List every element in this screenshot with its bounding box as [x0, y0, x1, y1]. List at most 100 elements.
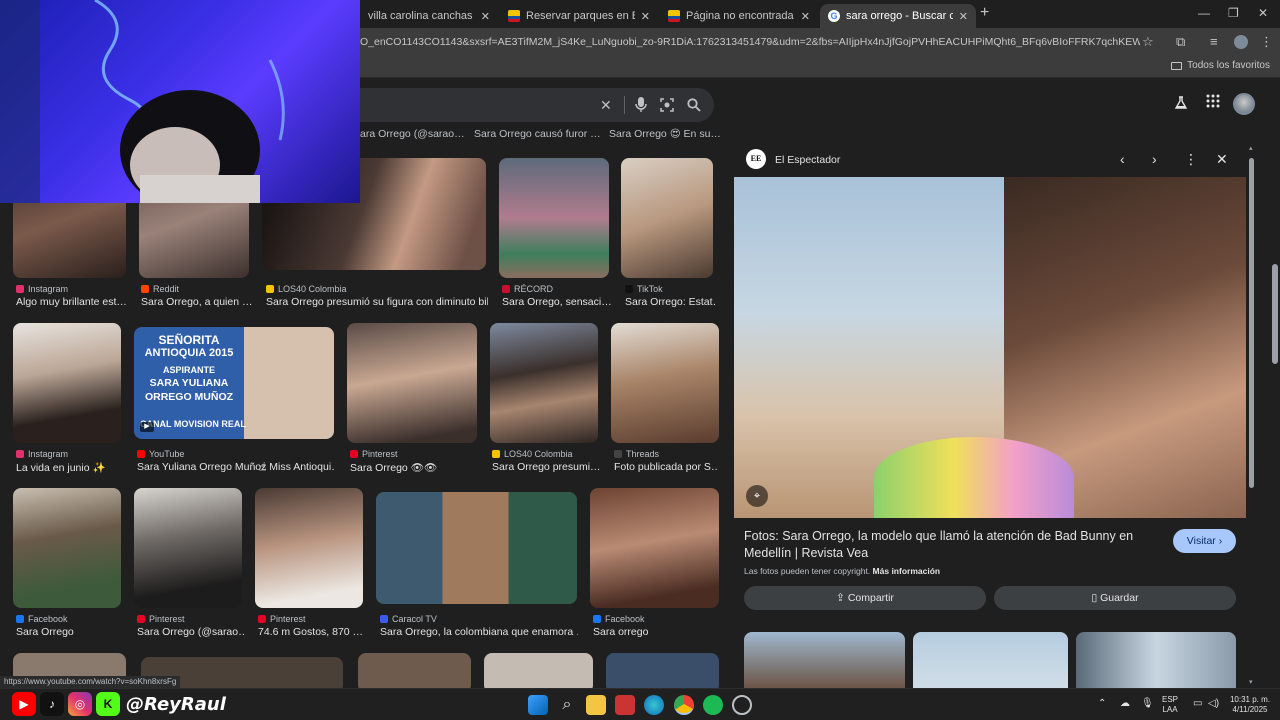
save-button[interactable]: ▯ Guardar: [994, 586, 1236, 610]
microphone-icon[interactable]: 🎙: [1141, 699, 1154, 709]
result-image-partial[interactable]: [358, 653, 471, 688]
close-tab-icon[interactable]: ✕: [481, 10, 490, 23]
restore-icon[interactable]: ❐: [1228, 6, 1239, 20]
extensions-icon[interactable]: ⧉: [1176, 34, 1185, 50]
search-icon[interactable]: ⌕: [557, 695, 577, 715]
result-title[interactable]: Sara Yuliana Orrego Muñoz Miss Antioqui…: [137, 461, 335, 473]
thumb-text: ORREGO MUÑOZ: [144, 391, 234, 403]
page-scrollbar[interactable]: [1270, 78, 1280, 688]
lens-search-icon[interactable]: ⌖: [746, 485, 768, 507]
new-tab-plus-icon[interactable]: +: [980, 4, 989, 22]
result-image-record[interactable]: [499, 158, 609, 278]
tab-reservar-parques[interactable]: Reservar parques en Barranquilla ✕: [500, 4, 658, 28]
lens-camera-icon[interactable]: [660, 98, 674, 112]
tab-pagina-no-encontrada[interactable]: Página no encontrada - Reserva ✕: [660, 4, 818, 28]
profile-avatar-icon[interactable]: [1234, 35, 1248, 49]
bookmark-star-icon[interactable]: ☆: [1142, 34, 1154, 50]
result-title[interactable]: Sara Orrego, la colombiana que enamora …: [380, 626, 578, 638]
streamer-handle: @ReyRaul: [126, 693, 226, 715]
preview-image[interactable]: ⌖: [734, 177, 1246, 518]
result-caption[interactable]: Sara Orrego causó furor …: [474, 128, 601, 140]
language-indicator[interactable]: ESP LAA: [1162, 695, 1178, 715]
chevron-left-icon[interactable]: ‹: [1120, 151, 1125, 167]
result-image-facebook-2[interactable]: [590, 488, 719, 608]
result-title[interactable]: Sara Orrego (@sarao…: [137, 626, 245, 638]
app-icon[interactable]: [615, 695, 635, 715]
result-title[interactable]: Foto publicada por S…: [614, 461, 718, 473]
tab-title: Página no encontrada - Reserva: [686, 10, 795, 22]
onedrive-cloud-icon[interactable]: ☁: [1120, 699, 1130, 709]
minimize-icon[interactable]: —: [1198, 6, 1210, 20]
close-tab-icon[interactable]: ✕: [801, 10, 810, 23]
result-image-partial[interactable]: [484, 653, 593, 688]
tray-chevron-up-icon[interactable]: ⌃: [1098, 699, 1106, 709]
volume-icon[interactable]: ◁): [1208, 699, 1219, 709]
result-title[interactable]: Sara Orrego: Estat…: [625, 296, 717, 308]
result-image-tiktok[interactable]: [621, 158, 713, 278]
panel-scrollbar[interactable]: ▴ ▾: [1248, 144, 1256, 688]
spotify-icon[interactable]: [703, 695, 723, 715]
result-title[interactable]: Sara Orrego: [16, 626, 124, 638]
scroll-up-arrow-icon[interactable]: ▴: [1249, 144, 1254, 152]
result-caption[interactable]: ara Orrego (@sarao…: [360, 128, 465, 140]
related-image[interactable]: [913, 632, 1068, 688]
chrome-icon[interactable]: [674, 695, 694, 715]
los40-icon: [492, 450, 500, 458]
result-caption[interactable]: Sara Orrego 😍 En su…: [609, 128, 721, 140]
result-image-pinterest-2[interactable]: [134, 488, 242, 608]
result-title[interactable]: La vida en junio ✨: [16, 461, 124, 474]
network-icon[interactable]: ▭: [1193, 699, 1202, 709]
search-icon[interactable]: [687, 98, 701, 112]
related-image[interactable]: [1076, 632, 1236, 688]
labs-flask-icon[interactable]: [1174, 96, 1188, 110]
page-scroll-thumb[interactable]: [1272, 264, 1278, 364]
search-input[interactable]: ✕: [330, 88, 714, 122]
result-image-los40-2[interactable]: [490, 323, 598, 443]
result-image-caracol[interactable]: [376, 492, 577, 604]
google-apps-grid-icon[interactable]: [1206, 94, 1220, 113]
result-image-facebook-1[interactable]: [13, 488, 121, 608]
result-title[interactable]: 74.6 m Gostos, 870 …: [258, 626, 366, 638]
result-title[interactable]: Sara Orrego presumió su figura con dimin…: [266, 296, 488, 308]
clock[interactable]: 10:31 p. m. 4/11/2025: [1226, 695, 1274, 715]
all-favorites-folder[interactable]: Todos los favoritos: [1171, 60, 1270, 71]
result-image-youtube[interactable]: SEÑORITA ANTIOQUIA 2015 ASPIRANTE SARA Y…: [134, 327, 334, 439]
chevron-right-icon[interactable]: ›: [1152, 151, 1157, 167]
obs-icon[interactable]: [732, 695, 752, 715]
tab-sara-orrego[interactable]: G sara orrego - Buscar con Google ✕: [820, 4, 976, 28]
close-tab-icon[interactable]: ✕: [641, 10, 650, 23]
file-explorer-icon[interactable]: [586, 695, 606, 715]
related-image[interactable]: [744, 632, 905, 688]
kebab-menu-icon[interactable]: ⋮: [1260, 34, 1273, 50]
preview-caption[interactable]: Fotos: Sara Orrego, la modelo que llamó …: [744, 528, 1169, 562]
result-image-pinterest-1[interactable]: [347, 323, 477, 443]
clear-search-icon[interactable]: ✕: [600, 97, 612, 114]
publisher-name[interactable]: El Espectador: [775, 154, 840, 166]
result-title[interactable]: Sara Orrego 👁👁: [350, 461, 478, 474]
visit-button[interactable]: Visitar ›: [1173, 529, 1236, 553]
result-title[interactable]: Sara Orrego presumi…: [492, 461, 600, 473]
reading-list-icon[interactable]: ≡: [1210, 34, 1218, 49]
address-bar[interactable]: O_enCO1143CO1143&sxsrf=AE3TifM2M_jS4Ke_L…: [360, 30, 1140, 54]
close-tab-icon[interactable]: ✕: [959, 10, 968, 23]
close-panel-icon[interactable]: ✕: [1216, 151, 1228, 168]
result-title[interactable]: Algo muy brillante est…: [16, 296, 128, 308]
more-info-link[interactable]: Más información: [873, 566, 941, 576]
panel-scroll-thumb[interactable]: [1249, 158, 1254, 488]
result-image-pinterest-3[interactable]: [255, 488, 363, 608]
scroll-down-arrow-icon[interactable]: ▾: [1249, 678, 1254, 686]
google-account-avatar[interactable]: [1233, 93, 1255, 115]
windows-start-icon[interactable]: [528, 695, 548, 715]
tab-villa-carolina[interactable]: villa carolina canchas de futbol ✕: [360, 4, 498, 28]
result-title[interactable]: Sara Orrego, sensaci…: [502, 296, 614, 308]
edge-browser-icon[interactable]: [644, 695, 664, 715]
window-close-icon[interactable]: ✕: [1258, 6, 1268, 20]
result-title[interactable]: Sara Orrego, a quien …: [141, 296, 253, 308]
share-button[interactable]: ⇪ Compartir: [744, 586, 986, 610]
result-title[interactable]: Sara orrego: [593, 626, 719, 638]
result-image-instagram-2[interactable]: [13, 323, 121, 443]
microphone-icon[interactable]: [635, 97, 647, 113]
more-options-icon[interactable]: ⋮: [1184, 151, 1198, 168]
result-image-threads[interactable]: [611, 323, 719, 443]
result-image-partial[interactable]: [606, 653, 719, 688]
